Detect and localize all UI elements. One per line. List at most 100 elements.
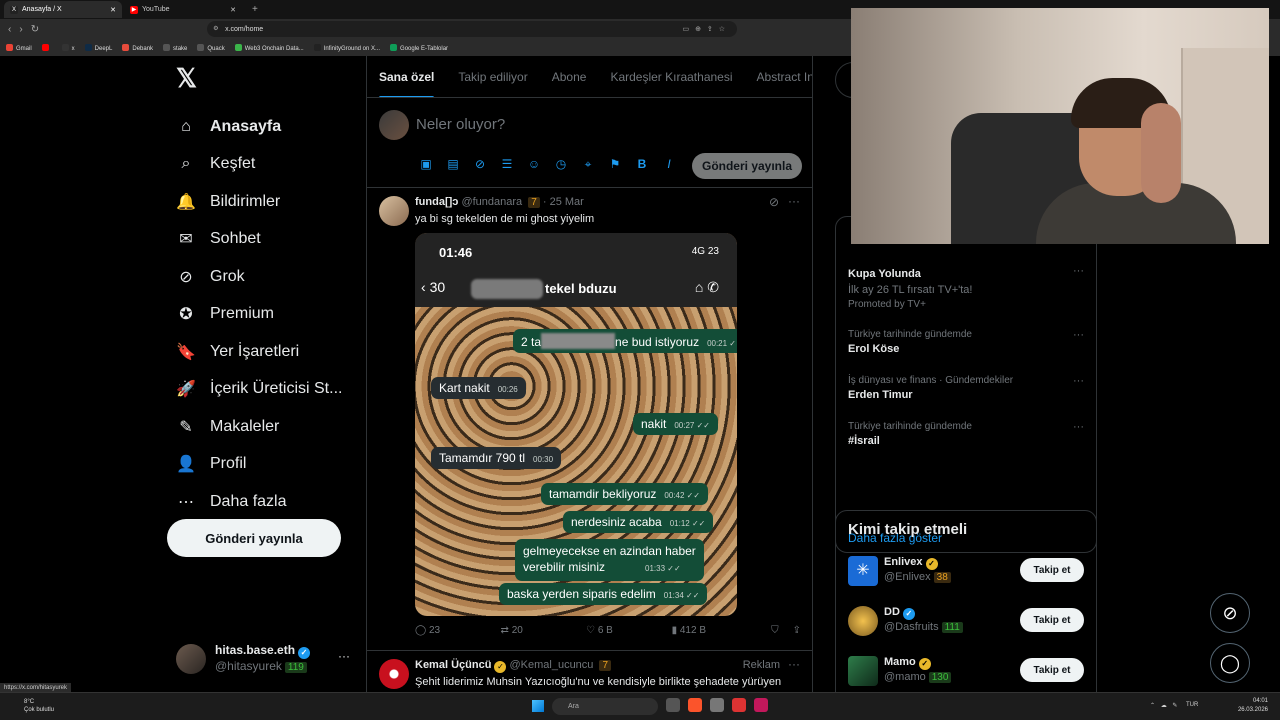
schedule-icon[interactable]: ◷ — [552, 157, 570, 172]
tab-subscribed[interactable]: Abone — [552, 70, 587, 84]
author-name[interactable]: Kemal Üçüncü — [415, 659, 491, 671]
more-options-icon[interactable]: ··· — [1073, 329, 1084, 341]
bookmark-item[interactable]: stake — [163, 43, 187, 52]
tab-following[interactable]: Takip ediliyor — [458, 70, 527, 84]
like-button[interactable]: ♡ 6 B — [586, 625, 672, 636]
system-tray-icons[interactable]: ⌃ ☁ ✎ — [1150, 702, 1179, 709]
grok-fab-icon[interactable]: ⊘ — [1210, 593, 1250, 633]
repost-button[interactable]: ⇄ 20 — [501, 625, 587, 636]
avatar[interactable] — [379, 196, 409, 226]
suggestion-item[interactable]: ✳ Enlivex ✓ @Enlivex 38 Takip et — [848, 556, 1088, 590]
trend-item[interactable]: Kupa Yolunda İlk ay 26 TL fırsatı TV+'ta… — [848, 265, 1084, 310]
italic-icon[interactable]: I — [660, 157, 678, 172]
author-handle[interactable]: @Kemal_ucuncu — [509, 659, 593, 671]
image-icon[interactable]: ▣ — [417, 157, 435, 172]
avatar[interactable]: ✳ — [848, 556, 878, 586]
close-tab-icon[interactable]: ✕ — [230, 6, 236, 14]
sidebar-item-more[interactable]: ⋯ Daha fazla — [166, 483, 356, 521]
tab-x-home[interactable]: X Anasayfa / X ✕ — [4, 1, 122, 18]
x-logo-icon[interactable]: 𝕏 — [176, 60, 356, 96]
back-icon[interactable]: ‹ — [8, 24, 11, 35]
tab-for-you[interactable]: Sana özel — [379, 70, 435, 97]
bookmark-item[interactable]: DeepL — [84, 43, 112, 52]
tweet[interactable]: Kemal Üçüncü ✓ @Kemal_ucuncu 7 Reklam ···… — [367, 651, 812, 692]
trend-item[interactable]: Türkiye tarihinde gündemde #İsrail ··· — [848, 421, 1084, 447]
suggestion-item[interactable]: DD ✓ @Dasfruits 111 Takip et — [848, 606, 1088, 640]
bookmark-item[interactable]: Web3 Onchain Data... — [234, 43, 304, 52]
messages-fab-icon[interactable]: ◯ — [1210, 643, 1250, 683]
avatar[interactable] — [848, 606, 878, 636]
tweet-image[interactable]: 01:46 4G 23 ‹ 30 tekel bduzu ⌂ ✆ 2 ta ne … — [415, 233, 737, 616]
share-icon[interactable]: ⇪ — [793, 625, 801, 636]
weather-widget[interactable]: 8°C Çok bulutlu — [24, 698, 54, 714]
follow-button[interactable]: Takip et — [1020, 558, 1084, 582]
account-switcher[interactable]: hitas.base.eth ✓ @hitasyurek 119 ··· — [176, 643, 356, 675]
reply-button[interactable]: ◯ 23 — [415, 625, 501, 636]
bookmark-item[interactable]: InfinityGround on X... — [313, 43, 380, 52]
poll-icon[interactable]: ☰ — [498, 157, 516, 172]
tab-youtube[interactable]: ▶ YouTube ✕ — [124, 1, 242, 18]
sidebar-item-grok[interactable]: ⊘ Grok — [166, 258, 356, 296]
app-icon[interactable] — [754, 698, 768, 712]
more-options-icon[interactable]: ··· — [1073, 375, 1084, 387]
more-options-icon[interactable]: ··· — [338, 649, 350, 663]
clock[interactable]: 04:01 26.03.2026 — [1228, 697, 1268, 715]
tweet-date[interactable]: · 25 Mar — [543, 196, 584, 208]
more-options-icon[interactable]: ··· — [1073, 265, 1084, 277]
trend-item[interactable]: Türkiye tarihinde gündemde Erol Köse ··· — [848, 329, 1084, 355]
bookmark-item[interactable]: Google E-Tablolar — [390, 43, 448, 52]
views-button[interactable]: ▮ 412 B — [672, 625, 758, 636]
bookmark-item[interactable]: Quack — [197, 43, 225, 52]
suggestion-item[interactable]: Mamo ✓ @mamo 130 Takip et — [848, 656, 1088, 690]
sidebar-item-premium[interactable]: ✪ Premium — [166, 296, 356, 334]
site-info-icon[interactable]: ⚙ — [213, 25, 218, 32]
reload-icon[interactable]: ↻ — [31, 24, 39, 35]
sidebar-item-home[interactable]: ⌂ Anasayfa — [166, 108, 356, 146]
grok-icon[interactable]: ⊘ — [471, 157, 489, 172]
grok-icon[interactable]: ⊘ — [769, 195, 779, 209]
sidebar-item-explore[interactable]: ⌕ Keşfet — [166, 146, 356, 184]
app-icon[interactable] — [710, 698, 724, 712]
flag-icon[interactable]: ⚑ — [606, 157, 624, 172]
app-icon[interactable] — [688, 698, 702, 712]
app-icon[interactable] — [666, 698, 680, 712]
bookmark-item[interactable]: x — [61, 43, 75, 52]
bookmark-icon[interactable]: ⛉ — [771, 625, 779, 636]
tab-abstract[interactable]: Abstract Int — [757, 70, 812, 84]
location-icon[interactable]: ⌖ — [579, 157, 597, 172]
avatar[interactable] — [379, 659, 409, 689]
gif-icon[interactable]: ▤ — [444, 157, 462, 172]
sidebar-item-articles[interactable]: ✎ Makaleler — [166, 408, 356, 446]
sidebar-item-bookmarks[interactable]: 🔖 Yer İşaretleri — [166, 333, 356, 371]
bookmark-item[interactable]: Debank — [122, 43, 153, 52]
sidebar-item-notifications[interactable]: 🔔 Bildirimler — [166, 183, 356, 221]
emoji-icon[interactable]: ☺ — [525, 157, 543, 172]
compose-input[interactable]: Neler oluyor? — [416, 116, 505, 133]
forward-icon[interactable]: › — [19, 24, 22, 35]
more-options-icon[interactable]: ··· — [788, 657, 800, 671]
follow-button[interactable]: Takip et — [1020, 608, 1084, 632]
follow-button[interactable]: Takip et — [1020, 658, 1084, 682]
close-tab-icon[interactable]: ✕ — [110, 6, 116, 14]
new-tab-button[interactable]: + — [244, 4, 266, 15]
tab-community[interactable]: Kardeşler Kıraathanesi — [610, 70, 732, 84]
tweet[interactable]: funda[]ɔ @fundanara 7 · 25 Mar ⊘ ··· ya … — [367, 188, 812, 651]
url-bar[interactable]: ⚙ x.com/home ▭⊕⇪☆ — [207, 21, 738, 37]
app-icon[interactable] — [732, 698, 746, 712]
more-options-icon[interactable]: ··· — [1073, 421, 1084, 433]
author-name[interactable]: funda[]ɔ — [415, 196, 458, 208]
post-button[interactable]: Gönderi yayınla — [167, 519, 341, 557]
compose-post-button[interactable]: Gönderi yayınla — [692, 153, 802, 179]
language-indicator[interactable]: TUR — [1186, 702, 1198, 708]
bookmark-item[interactable]: Gmail — [6, 43, 32, 52]
bold-icon[interactable]: B — [633, 157, 651, 172]
sidebar-item-profile[interactable]: 👤 Profil — [166, 446, 356, 484]
bookmark-item[interactable] — [41, 43, 52, 52]
author-handle[interactable]: @fundanara — [461, 196, 522, 208]
avatar[interactable] — [848, 656, 878, 686]
more-options-icon[interactable]: ··· — [788, 194, 800, 208]
start-button-icon[interactable] — [532, 700, 544, 712]
taskbar-search[interactable]: Ara — [552, 698, 658, 715]
trend-item[interactable]: İş dünyası ve finans · Gündemdekiler Erd… — [848, 375, 1084, 401]
sidebar-item-creator-studio[interactable]: 🚀 İçerik Üreticisi St... — [166, 371, 356, 409]
